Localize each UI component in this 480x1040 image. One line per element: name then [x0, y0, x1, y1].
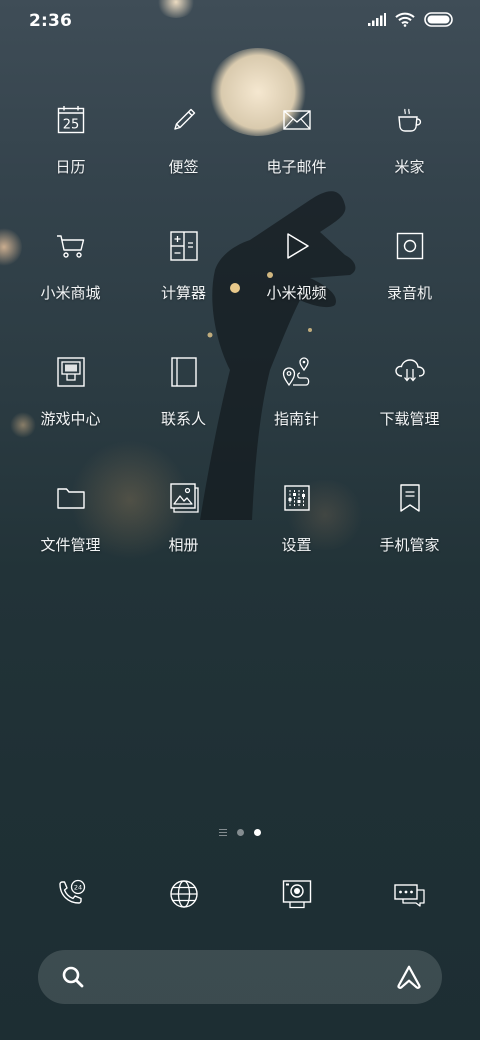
app-calculator[interactable]: 计算器 — [127, 222, 240, 348]
signal-icon — [368, 13, 386, 26]
app-label: 手机管家 — [379, 536, 440, 554]
search-icon[interactable] — [60, 964, 86, 990]
app-grid: 25 日历 便签 电子邮件 米家 小米商城 计算器 小米视频 录音机 游戏中心 … — [14, 96, 466, 600]
app-gallery[interactable]: 相册 — [127, 474, 240, 600]
status-icons — [368, 12, 454, 27]
app-label: 相册 — [168, 536, 199, 554]
search-bar[interactable] — [38, 950, 442, 1004]
app-notes[interactable]: 便签 — [127, 96, 240, 222]
app-email[interactable]: 电子邮件 — [240, 96, 353, 222]
app-contacts[interactable]: 联系人 — [127, 348, 240, 474]
status-bar: 2:36 — [0, 0, 480, 44]
app-label: 下载管理 — [379, 410, 440, 428]
search-input[interactable] — [102, 950, 378, 1004]
wifi-icon — [395, 12, 415, 27]
app-label: 指南针 — [273, 410, 319, 428]
app-security[interactable]: 手机管家 — [353, 474, 466, 600]
app-label: 文件管理 — [40, 536, 101, 554]
app-downloads[interactable]: 下载管理 — [353, 348, 466, 474]
minus-one-screen-indicator[interactable] — [219, 829, 227, 836]
pencil-icon — [160, 96, 208, 144]
calculator-icon — [160, 222, 208, 270]
app-label: 小米商城 — [40, 284, 101, 302]
contacts-icon — [160, 348, 208, 396]
app-settings[interactable]: 设置 — [240, 474, 353, 600]
app-label: 米家 — [394, 158, 425, 176]
settings-sliders-icon — [273, 474, 321, 522]
app-mi-store[interactable]: 小米商城 — [14, 222, 127, 348]
svg-text:24: 24 — [73, 884, 81, 892]
app-mijia[interactable]: 米家 — [353, 96, 466, 222]
app-label: 设置 — [281, 536, 312, 554]
app-recorder[interactable]: 录音机 — [353, 222, 466, 348]
app-calendar[interactable]: 25 日历 — [14, 96, 127, 222]
recorder-icon — [386, 222, 434, 270]
app-file-manager[interactable]: 文件管理 — [14, 474, 127, 600]
game-icon — [47, 348, 95, 396]
dock-messages[interactable] — [353, 866, 466, 922]
messages-icon — [393, 884, 425, 907]
camera-icon — [282, 880, 311, 909]
dock-phone[interactable]: 24 — [14, 866, 127, 922]
status-time: 2:36 — [29, 11, 73, 31]
dock-camera[interactable] — [240, 866, 353, 922]
app-label: 计算器 — [160, 284, 206, 302]
gallery-icon — [160, 474, 208, 522]
cup-icon — [386, 96, 434, 144]
cloud-download-icon — [386, 348, 434, 396]
folder-icon — [47, 474, 95, 522]
calendar-date-text: 25 — [62, 118, 79, 133]
battery-icon — [424, 12, 453, 27]
app-compass[interactable]: 指南针 — [240, 348, 353, 474]
app-label: 小米视频 — [266, 284, 327, 302]
play-icon — [273, 222, 321, 270]
app-game-center[interactable]: 游戏中心 — [14, 348, 127, 474]
dock-browser[interactable] — [127, 866, 240, 922]
cart-icon — [47, 222, 95, 270]
phone-24-icon: 24 — [58, 879, 85, 904]
page-dot-active[interactable] — [254, 829, 261, 836]
globe-icon — [169, 880, 198, 908]
app-label: 电子邮件 — [266, 158, 327, 176]
dock: 24 — [14, 866, 466, 922]
calendar-icon: 25 — [47, 96, 95, 144]
bookmark-shield-icon — [386, 474, 434, 522]
app-label: 日历 — [55, 158, 86, 176]
page-indicator[interactable] — [0, 829, 480, 836]
assistant-icon[interactable] — [396, 964, 422, 990]
app-mi-video[interactable]: 小米视频 — [240, 222, 353, 348]
compass-route-icon — [273, 348, 321, 396]
app-label: 游戏中心 — [40, 410, 101, 428]
app-label: 录音机 — [386, 284, 432, 302]
page-dot[interactable] — [237, 829, 244, 836]
app-label: 联系人 — [160, 410, 206, 428]
mail-icon — [273, 96, 321, 144]
app-label: 便签 — [168, 158, 199, 176]
